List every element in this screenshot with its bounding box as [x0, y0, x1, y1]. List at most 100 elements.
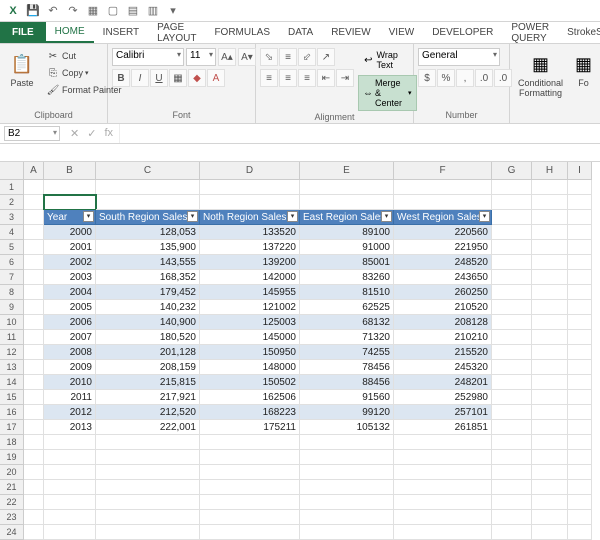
cell[interactable]	[44, 480, 96, 495]
cell[interactable]	[568, 330, 592, 345]
cell[interactable]	[532, 300, 568, 315]
col-header[interactable]: I	[568, 162, 592, 180]
cell[interactable]	[24, 375, 44, 390]
cell[interactable]	[532, 285, 568, 300]
align-center-button[interactable]: ≡	[279, 69, 297, 87]
cell[interactable]	[492, 495, 532, 510]
tab-strokescribe[interactable]: StrokeScribe	[558, 22, 600, 43]
cell[interactable]	[532, 435, 568, 450]
cell[interactable]	[492, 390, 532, 405]
cell[interactable]: 208,159	[96, 360, 200, 375]
cell[interactable]	[44, 525, 96, 540]
cell[interactable]	[96, 435, 200, 450]
inc-decimal-button[interactable]: .0	[475, 69, 493, 87]
cell[interactable]	[44, 450, 96, 465]
cell[interactable]	[568, 285, 592, 300]
tab-insert[interactable]: INSERT	[94, 22, 149, 43]
cell[interactable]	[96, 450, 200, 465]
indent-inc-button[interactable]: ⇥	[336, 69, 354, 87]
cell[interactable]: 2009	[44, 360, 96, 375]
qat-item-icon[interactable]: ▦	[86, 4, 100, 18]
redo-icon[interactable]: ↷	[66, 4, 80, 18]
row-header[interactable]: 19	[0, 450, 24, 465]
cell[interactable]: 208128	[394, 315, 492, 330]
indent-dec-button[interactable]: ⇤	[317, 69, 335, 87]
cell[interactable]: 145955	[200, 285, 300, 300]
cell[interactable]: 2013	[44, 420, 96, 435]
cell[interactable]	[568, 420, 592, 435]
tab-view[interactable]: VIEW	[380, 22, 424, 43]
cell[interactable]	[532, 210, 568, 225]
cell[interactable]	[394, 450, 492, 465]
cell[interactable]	[96, 510, 200, 525]
cell[interactable]	[568, 510, 592, 525]
cell[interactable]	[96, 525, 200, 540]
col-header[interactable]: C	[96, 162, 200, 180]
cell[interactable]	[200, 495, 300, 510]
cell[interactable]: 212,520	[96, 405, 200, 420]
cell[interactable]	[532, 465, 568, 480]
cell[interactable]: 139200	[200, 255, 300, 270]
cell[interactable]: 210210	[394, 330, 492, 345]
cell[interactable]	[200, 510, 300, 525]
cell[interactable]	[24, 315, 44, 330]
cell[interactable]: 145000	[200, 330, 300, 345]
cell[interactable]	[532, 375, 568, 390]
cell[interactable]: 99120	[300, 405, 394, 420]
cell[interactable]	[24, 420, 44, 435]
cell[interactable]	[532, 525, 568, 540]
cell[interactable]	[394, 495, 492, 510]
cell[interactable]: 105132	[300, 420, 394, 435]
cell[interactable]	[24, 390, 44, 405]
cell[interactable]	[492, 420, 532, 435]
row-header[interactable]: 18	[0, 435, 24, 450]
row-header[interactable]: 11	[0, 330, 24, 345]
cell[interactable]: 62525	[300, 300, 394, 315]
cell[interactable]	[568, 435, 592, 450]
font-color-button[interactable]: A	[207, 69, 225, 87]
col-header[interactable]: E	[300, 162, 394, 180]
cell[interactable]: 125003	[200, 315, 300, 330]
border-button[interactable]: ▦	[169, 69, 187, 87]
filter-dropdown-icon[interactable]: ▾	[187, 211, 198, 222]
cell[interactable]	[568, 495, 592, 510]
cell[interactable]	[300, 480, 394, 495]
cell[interactable]	[44, 435, 96, 450]
tab-formulas[interactable]: FORMULAS	[205, 22, 279, 43]
cell[interactable]	[24, 480, 44, 495]
cell[interactable]: 2010	[44, 375, 96, 390]
comma-button[interactable]: ,	[456, 69, 474, 87]
col-header[interactable]: A	[24, 162, 44, 180]
cell[interactable]: 245320	[394, 360, 492, 375]
cell[interactable]: 142000	[200, 270, 300, 285]
cell[interactable]	[532, 330, 568, 345]
filter-dropdown-icon[interactable]: ▾	[479, 211, 490, 222]
row-header[interactable]: 2	[0, 195, 24, 210]
cell[interactable]: 179,452	[96, 285, 200, 300]
cell[interactable]: 217,921	[96, 390, 200, 405]
cell[interactable]: 260250	[394, 285, 492, 300]
cell[interactable]	[532, 420, 568, 435]
cell[interactable]: 222,001	[96, 420, 200, 435]
cell[interactable]	[44, 180, 96, 195]
conditional-formatting-button[interactable]: ▦ Conditional Formatting	[514, 48, 567, 100]
cell[interactable]	[24, 180, 44, 195]
tab-developer[interactable]: DEVELOPER	[423, 22, 502, 43]
cell[interactable]	[394, 435, 492, 450]
tab-home[interactable]: HOME	[46, 22, 94, 43]
cell[interactable]: 150950	[200, 345, 300, 360]
cell[interactable]: 83260	[300, 270, 394, 285]
align-bottom-button[interactable]: ⬃	[298, 48, 316, 66]
cell[interactable]	[568, 465, 592, 480]
cell[interactable]: 91000	[300, 240, 394, 255]
cell[interactable]	[568, 525, 592, 540]
cell[interactable]	[568, 360, 592, 375]
cell[interactable]: 140,232	[96, 300, 200, 315]
cell[interactable]: 210520	[394, 300, 492, 315]
cell[interactable]	[492, 330, 532, 345]
row-header[interactable]: 16	[0, 405, 24, 420]
cell[interactable]	[568, 450, 592, 465]
cell[interactable]	[492, 270, 532, 285]
font-size-select[interactable]: 11	[186, 48, 216, 66]
cell[interactable]	[532, 390, 568, 405]
